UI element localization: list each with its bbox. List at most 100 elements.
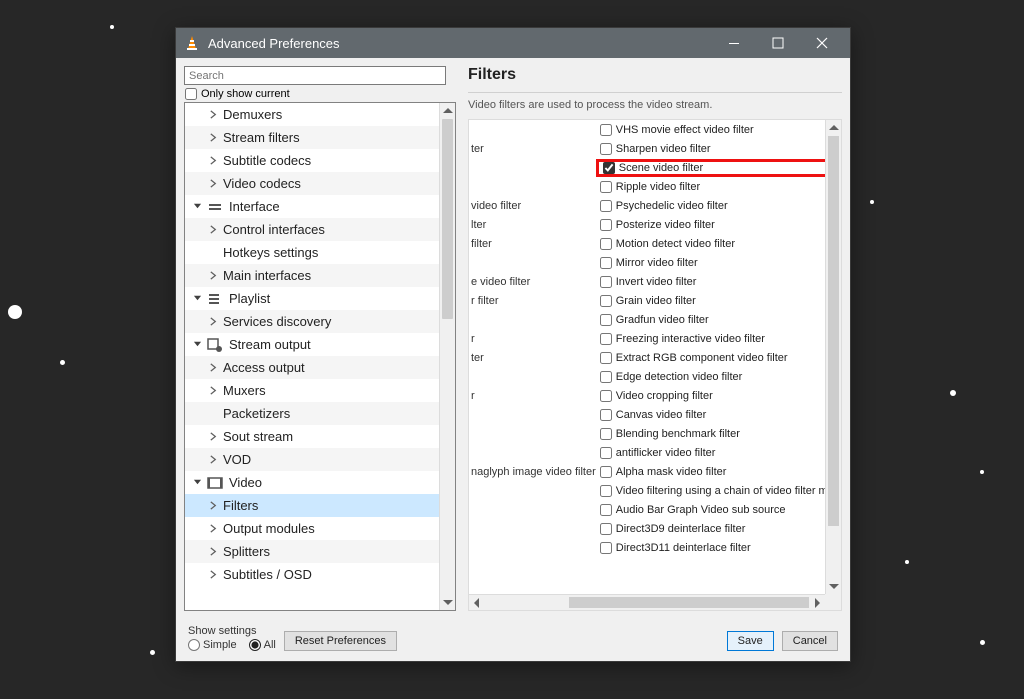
tree-item-label: Demuxers bbox=[223, 107, 282, 122]
filter-checkbox[interactable]: Psychedelic video filter bbox=[600, 200, 825, 212]
filter-row: terExtract RGB component video filter bbox=[469, 348, 825, 367]
tree-item-label: Output modules bbox=[223, 521, 315, 536]
category-icon bbox=[207, 475, 223, 491]
tree-item[interactable]: Access output bbox=[185, 356, 439, 379]
tree-item[interactable]: Subtitles / OSD bbox=[185, 563, 439, 586]
only-show-current-checkbox[interactable]: Only show current bbox=[185, 88, 456, 100]
tree-item[interactable]: Stream output bbox=[185, 333, 439, 356]
tree-item[interactable]: VOD bbox=[185, 448, 439, 471]
tree-item[interactable]: Muxers bbox=[185, 379, 439, 402]
filter-checkbox[interactable]: Ripple video filter bbox=[600, 181, 825, 193]
filter-checkbox[interactable]: Extract RGB component video filter bbox=[600, 352, 825, 364]
tree-item[interactable]: Hotkeys settings bbox=[185, 241, 439, 264]
filter-checkbox[interactable]: Mirror video filter bbox=[600, 257, 825, 269]
filter-row: rVideo cropping filter bbox=[469, 386, 825, 405]
filter-checkbox[interactable]: Gradfun video filter bbox=[600, 314, 825, 326]
filter-checkbox[interactable]: Invert video filter bbox=[600, 276, 825, 288]
filter-checkbox[interactable]: VHS movie effect video filter bbox=[600, 124, 825, 136]
tree-item-label: Playlist bbox=[229, 291, 270, 306]
tree-item-label: Interface bbox=[229, 199, 280, 214]
chevron-right-icon bbox=[207, 408, 219, 420]
filter-left-fragment bbox=[469, 538, 598, 557]
filter-checkbox[interactable]: Blending benchmark filter bbox=[600, 428, 825, 440]
chevron-right-icon bbox=[207, 178, 219, 190]
close-button[interactable] bbox=[800, 28, 844, 58]
filter-checkbox[interactable]: Posterize video filter bbox=[600, 219, 825, 231]
filter-checkbox[interactable]: Motion detect video filter bbox=[600, 238, 825, 250]
chevron-right-icon bbox=[207, 546, 219, 558]
filter-checkbox[interactable]: Freezing interactive video filter bbox=[600, 333, 825, 345]
filter-row: Blending benchmark filter bbox=[469, 424, 825, 443]
chevron-down-icon bbox=[191, 477, 203, 489]
filter-left-fragment: ter bbox=[469, 139, 598, 158]
tree-item-label: Main interfaces bbox=[223, 268, 311, 283]
chevron-right-icon bbox=[207, 316, 219, 328]
tree-item[interactable]: Playlist bbox=[185, 287, 439, 310]
filter-row: Direct3D9 deinterlace filter bbox=[469, 519, 825, 538]
filter-checkbox[interactable]: Audio Bar Graph Video sub source bbox=[600, 504, 825, 516]
filter-label: Edge detection video filter bbox=[616, 371, 743, 383]
chevron-down-icon bbox=[191, 339, 203, 351]
filter-checkbox[interactable]: Scene video filter bbox=[596, 159, 825, 177]
tree-item-label: Video codecs bbox=[223, 176, 301, 191]
category-icon bbox=[207, 291, 223, 307]
tree-item[interactable]: Video bbox=[185, 471, 439, 494]
tree-item[interactable]: Sout stream bbox=[185, 425, 439, 448]
show-settings-all-radio[interactable]: All bbox=[249, 639, 276, 651]
filter-checkbox[interactable]: Video cropping filter bbox=[600, 390, 825, 402]
tree-item-label: Video bbox=[229, 475, 262, 490]
tree-item[interactable]: Output modules bbox=[185, 517, 439, 540]
search-input[interactable] bbox=[184, 66, 446, 85]
cancel-button[interactable]: Cancel bbox=[782, 631, 838, 651]
tree-item[interactable]: Splitters bbox=[185, 540, 439, 563]
tree-item[interactable]: Control interfaces bbox=[185, 218, 439, 241]
filter-label: Canvas video filter bbox=[616, 409, 707, 421]
tree-item-label: Filters bbox=[223, 498, 258, 513]
bg-dot bbox=[905, 560, 909, 564]
show-settings-label: Show settings bbox=[188, 625, 276, 637]
chevron-right-icon bbox=[207, 569, 219, 581]
filter-checkbox[interactable]: Video filtering using a chain of video f… bbox=[600, 485, 825, 497]
filter-checkbox[interactable]: Alpha mask video filter bbox=[600, 466, 825, 478]
filter-checkbox[interactable]: Grain video filter bbox=[600, 295, 825, 307]
filter-row: Ripple video filter bbox=[469, 177, 825, 196]
filter-checkbox[interactable]: Edge detection video filter bbox=[600, 371, 825, 383]
filter-checkbox[interactable]: antiflicker video filter bbox=[600, 447, 825, 459]
filter-checkbox[interactable]: Canvas video filter bbox=[600, 409, 825, 421]
filter-left-fragment: lter bbox=[469, 215, 598, 234]
tree-item[interactable]: Video codecs bbox=[185, 172, 439, 195]
filter-left-fragment: ter bbox=[469, 348, 598, 367]
tree-item[interactable]: Stream filters bbox=[185, 126, 439, 149]
filters-scrollbar-vertical[interactable] bbox=[825, 120, 841, 594]
scrollbar-corner bbox=[825, 594, 841, 610]
filter-row: ter Sharpen video filter bbox=[469, 139, 825, 158]
filter-checkbox[interactable]: Sharpen video filter bbox=[600, 143, 825, 155]
radio-simple-label: Simple bbox=[203, 639, 237, 651]
show-settings-simple-radio[interactable]: Simple bbox=[188, 639, 237, 651]
maximize-button[interactable] bbox=[756, 28, 800, 58]
reset-preferences-button[interactable]: Reset Preferences bbox=[284, 631, 397, 651]
panel-heading: Filters bbox=[468, 66, 842, 84]
filter-checkbox[interactable]: Direct3D11 deinterlace filter bbox=[600, 542, 825, 554]
filter-checkbox[interactable]: Direct3D9 deinterlace filter bbox=[600, 523, 825, 535]
filter-label: Freezing interactive video filter bbox=[616, 333, 765, 345]
tree-item[interactable]: Main interfaces bbox=[185, 264, 439, 287]
tree-scrollbar[interactable] bbox=[439, 103, 455, 610]
tree-item[interactable]: Services discovery bbox=[185, 310, 439, 333]
tree-item[interactable]: Demuxers bbox=[185, 103, 439, 126]
tree-item[interactable]: Filters bbox=[185, 494, 439, 517]
chevron-right-icon bbox=[207, 500, 219, 512]
filter-row: lterPosterize video filter bbox=[469, 215, 825, 234]
filter-left-fragment bbox=[469, 481, 598, 500]
titlebar[interactable]: Advanced Preferences bbox=[176, 28, 850, 58]
filters-scrollbar-horizontal[interactable] bbox=[469, 594, 825, 610]
tree-item[interactable]: Subtitle codecs bbox=[185, 149, 439, 172]
minimize-button[interactable] bbox=[712, 28, 756, 58]
tree-item[interactable]: Interface bbox=[185, 195, 439, 218]
filter-label: Sharpen video filter bbox=[616, 143, 711, 155]
filter-row: e video filterInvert video filter bbox=[469, 272, 825, 291]
save-button[interactable]: Save bbox=[727, 631, 774, 651]
filter-row: Direct3D11 deinterlace filter bbox=[469, 538, 825, 557]
filter-row: video filterPsychedelic video filter bbox=[469, 196, 825, 215]
tree-item[interactable]: Packetizers bbox=[185, 402, 439, 425]
